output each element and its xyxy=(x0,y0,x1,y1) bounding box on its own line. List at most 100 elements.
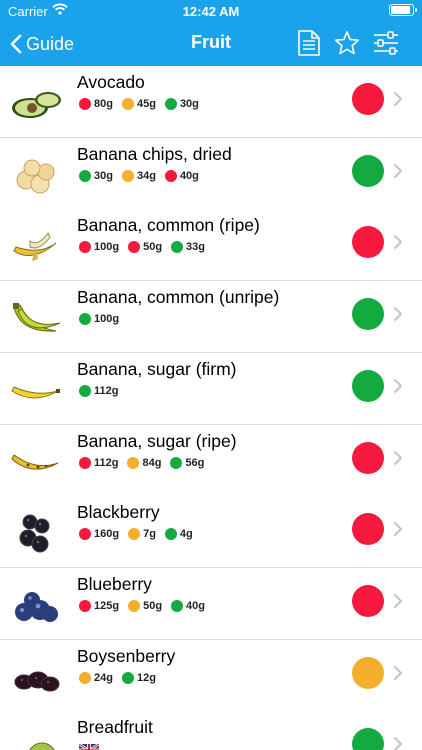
list-item[interactable]: Breadfruit xyxy=(0,711,422,750)
portion-value: 4g xyxy=(179,528,193,540)
unripe-banana-icon xyxy=(10,293,62,341)
list-item[interactable]: Avocado 80g 45g 30g xyxy=(0,66,422,138)
status-orange-indicator xyxy=(352,657,384,689)
portion-value: 100g xyxy=(94,313,120,325)
chevron-right-icon xyxy=(392,90,404,108)
red-dot-icon xyxy=(79,98,91,110)
portion-list: 112g xyxy=(79,384,127,398)
portion-orange: 34g xyxy=(121,170,156,182)
portion-red: 160g xyxy=(79,528,119,540)
chevron-right-icon xyxy=(392,520,404,538)
portion-value: 56g xyxy=(185,457,205,469)
back-button[interactable]: Guide xyxy=(10,30,74,58)
portion-red: 100g xyxy=(79,241,119,253)
list-item[interactable]: Banana, common (unripe) 100g xyxy=(0,281,422,353)
portion-red: 50g xyxy=(128,241,162,253)
document-icon xyxy=(298,30,320,56)
portion-red: 40g xyxy=(164,170,199,182)
portion-value: 125g xyxy=(94,600,120,612)
green-dot-icon xyxy=(121,672,134,684)
portion-value: 12g xyxy=(136,672,156,684)
list-item[interactable]: Banana, sugar (ripe) 112g 84g 56g xyxy=(0,425,422,497)
green-dot-icon xyxy=(171,241,184,253)
red-dot-icon xyxy=(79,600,91,612)
item-name: Banana chips, dried xyxy=(77,144,232,164)
blueberry-icon xyxy=(10,580,62,628)
orange-dot-icon xyxy=(121,170,134,182)
list-item[interactable]: Banana chips, dried 30g 34g 40g xyxy=(0,138,422,210)
portion-list: 112g 84g 56g xyxy=(79,456,213,470)
chevron-right-icon xyxy=(392,449,404,467)
orange-dot-icon xyxy=(128,600,141,612)
orange-dot-icon xyxy=(128,528,141,540)
sliders-icon xyxy=(374,31,398,55)
green-dot-icon xyxy=(79,313,91,325)
favorite-button[interactable] xyxy=(332,28,362,58)
portion-green: 30g xyxy=(79,170,113,182)
fruit-list: Avocado 80g 45g 30g Banana chips, dried 30g 34… xyxy=(0,66,422,750)
item-name: Banana, sugar (firm) xyxy=(77,359,237,379)
portion-list: 80g 45g 30g xyxy=(79,97,208,111)
status-red-indicator xyxy=(352,442,384,474)
item-name: Boysenberry xyxy=(77,646,176,666)
portion-green: 56g xyxy=(170,457,204,469)
green-dot-icon xyxy=(164,98,177,110)
portion-value: 112g xyxy=(94,457,119,469)
portion-orange: 45g xyxy=(121,98,156,110)
status-green-indicator xyxy=(352,298,384,330)
portion-value: 30g xyxy=(94,170,113,182)
portion-value: 80g xyxy=(94,98,113,110)
portion-value: 33g xyxy=(186,241,206,253)
status-red-indicator xyxy=(352,83,384,115)
item-name: Breadfruit xyxy=(77,717,153,737)
item-name: Banana, common (ripe) xyxy=(77,215,260,235)
chevron-right-icon xyxy=(392,664,404,682)
list-item[interactable]: Blueberry 125g 50g 40g xyxy=(0,568,422,640)
orange-dot-icon xyxy=(79,672,91,684)
chevron-right-icon xyxy=(392,162,404,180)
avocado-icon xyxy=(10,78,62,126)
status-red-indicator xyxy=(352,226,384,258)
filter-button[interactable] xyxy=(371,28,401,58)
chevron-right-icon xyxy=(392,233,404,251)
portion-list xyxy=(79,742,99,750)
item-name: Avocado xyxy=(77,72,145,92)
list-item[interactable]: Banana, sugar (firm) 112g xyxy=(0,353,422,425)
clock: 12:42 AM xyxy=(182,4,240,19)
green-dot-icon xyxy=(164,528,177,540)
chevron-right-icon xyxy=(392,305,404,323)
portion-list: 30g 34g 40g xyxy=(79,169,208,183)
red-dot-icon xyxy=(128,241,141,253)
list-item[interactable]: Banana, common (ripe) 100g 50g 33g xyxy=(0,209,422,281)
portion-green: 30g xyxy=(164,98,199,110)
portion-value: 7g xyxy=(143,528,156,540)
green-dot-icon xyxy=(171,600,184,612)
portion-orange: 84g xyxy=(127,457,161,469)
green-dot-icon xyxy=(79,170,91,182)
portion-orange: 7g xyxy=(128,528,156,540)
item-name: Banana, sugar (ripe) xyxy=(77,431,237,451)
document-button[interactable] xyxy=(294,28,324,58)
boysenberry-icon xyxy=(10,652,62,700)
blackberry-icon xyxy=(10,508,62,556)
back-button-label: Guide xyxy=(26,33,75,54)
portion-value: 24g xyxy=(94,672,113,684)
portion-value: 40g xyxy=(186,600,206,612)
portion-value: 84g xyxy=(142,457,162,469)
portion-green: 4g xyxy=(164,528,193,540)
green-dot-icon xyxy=(79,385,91,397)
portion-value: 50g xyxy=(143,241,163,253)
chevron-left-icon xyxy=(10,34,22,54)
list-item[interactable]: Blackberry 160g 7g 4g xyxy=(0,496,422,568)
item-name: Banana, common (unripe) xyxy=(77,287,280,307)
status-green-indicator xyxy=(352,370,384,402)
portion-list: 125g 50g 40g xyxy=(79,599,214,613)
portion-list: 160g 7g 4g xyxy=(79,527,202,541)
portion-green: 100g xyxy=(79,313,119,325)
sugar-banana-ripe-icon xyxy=(10,437,62,485)
list-item[interactable]: Boysenberry 24g 12g xyxy=(0,640,422,712)
status-green-indicator xyxy=(352,728,384,750)
uk-flag-icon xyxy=(79,743,99,750)
status-green-indicator xyxy=(352,155,384,187)
chevron-right-icon xyxy=(392,377,404,395)
